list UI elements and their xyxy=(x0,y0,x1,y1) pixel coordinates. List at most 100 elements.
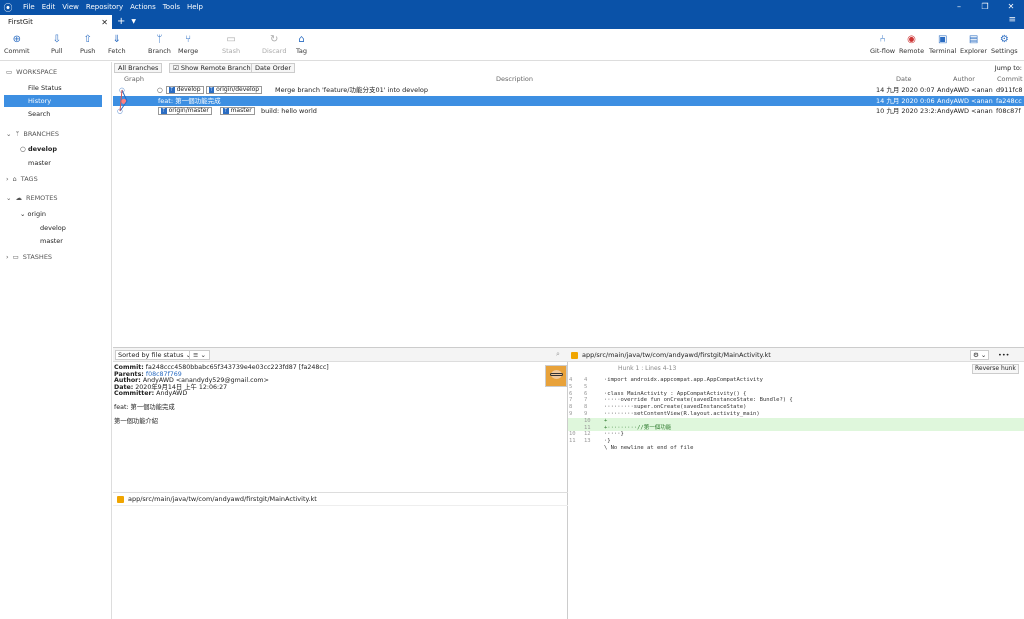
branch-label: Branch xyxy=(148,47,171,55)
sidebar-branch-master[interactable]: master xyxy=(22,157,102,169)
sidebar-item-history[interactable]: History xyxy=(4,95,102,107)
commit-date: 14 九月 2020 0:07 xyxy=(876,86,935,94)
diff-line-text: +·········//第一個功能 xyxy=(604,424,672,431)
discard-button[interactable]: ↻ Discard xyxy=(262,33,286,55)
minimize-icon[interactable]: – xyxy=(946,0,972,14)
sort-label: Sorted by file status xyxy=(118,351,184,359)
diff-panel: app/src/main/java/tw/com/andyawd/firstgi… xyxy=(568,347,1024,619)
show-remote-checkbox[interactable]: ☑ Show Remote Branches xyxy=(169,63,262,73)
branch-chips: ᛘ develop ᛘ origin/develop xyxy=(166,85,264,95)
changed-file-row[interactable]: app/src/main/java/tw/com/andyawd/firstgi… xyxy=(113,492,568,506)
merge-icon: ⑂ xyxy=(185,34,192,45)
menu-file[interactable]: File xyxy=(23,3,35,11)
tags-header[interactable]: › ⌂ TAGS xyxy=(6,175,38,183)
more-options-icon[interactable]: ••• xyxy=(998,348,1010,362)
explorer-button[interactable]: ▤ Explorer xyxy=(960,33,987,55)
remotes-header[interactable]: ⌄ ☁ REMOTES xyxy=(6,194,58,202)
modified-file-icon xyxy=(571,351,578,359)
branches-header[interactable]: ⌄ ᛘ BRANCHES xyxy=(6,130,59,138)
commit-row[interactable]: ● feat: 第一個功能完成 14 九月 2020 0:06 AndyAWD … xyxy=(113,96,1024,106)
chip-label: origin/develop xyxy=(216,86,260,93)
tab-dropdown-icon[interactable]: ▼ xyxy=(131,15,136,29)
stashes-label: STASHES xyxy=(22,253,53,261)
terminal-button[interactable]: ▣ Terminal xyxy=(929,33,956,55)
new-tab-icon[interactable]: + xyxy=(117,15,125,29)
new-line-number: 10 xyxy=(584,417,591,424)
repo-tab-title: FirstGit xyxy=(8,18,33,26)
remote-button[interactable]: ◉ Remote xyxy=(899,33,924,55)
menu-actions[interactable]: Actions xyxy=(130,3,156,11)
date-order-dropdown[interactable]: Date Order xyxy=(251,63,296,73)
tags-label: TAGS xyxy=(20,175,38,183)
all-branches-dropdown[interactable]: All Branches xyxy=(114,63,163,73)
menu-edit[interactable]: Edit xyxy=(42,3,56,11)
sidebar-remote-develop[interactable]: develop xyxy=(34,222,114,234)
commit-author: AndyAWD <anan xyxy=(937,107,993,115)
pull-label: Pull xyxy=(51,47,63,55)
branch-chip[interactable]: ᛘ develop xyxy=(166,86,204,94)
commit-details-panel: Sorted by file status ⌄ ≡ ⌄ ⌕ Commit: fa… xyxy=(113,347,568,619)
terminal-label: Terminal xyxy=(929,47,957,55)
search-icon[interactable]: ⌕ xyxy=(556,350,560,359)
diff-header: app/src/main/java/tw/com/andyawd/firstgi… xyxy=(568,348,1024,362)
push-label: Push xyxy=(80,47,96,55)
close-tab-icon[interactable]: ✕ xyxy=(101,18,108,27)
menu-view[interactable]: View xyxy=(62,3,79,11)
diff-line-text: ·········super.onCreate(savedInstanceSta… xyxy=(604,404,747,411)
push-button[interactable]: ⇧ Push xyxy=(80,33,95,55)
col-description: Description xyxy=(496,75,534,83)
hunk-header: Hunk 1 : Lines 4-13 xyxy=(568,364,1024,374)
commit-date: 10 九月 2020 23:2: xyxy=(876,107,937,115)
stash-button[interactable]: ▭ Stash xyxy=(222,33,240,55)
commit-row[interactable]: ○ ᛘ origin/master ᛘ master build: hello wo… xyxy=(113,106,1024,116)
diff-options-dropdown[interactable]: ⚙ ⌄ xyxy=(970,350,990,360)
sidebar-item-search[interactable]: Search xyxy=(22,108,102,120)
branch-button[interactable]: ᛘ Branch xyxy=(148,33,171,55)
repo-tab[interactable]: FirstGit ✕ xyxy=(0,15,112,29)
chip-label: master xyxy=(230,107,252,114)
fetch-button[interactable]: ⇓ Fetch xyxy=(108,33,126,55)
sidebar-item-file-status[interactable]: File Status xyxy=(22,82,102,94)
hamburger-menu-icon[interactable]: ≡ xyxy=(1008,15,1016,25)
menu-tools[interactable]: Tools xyxy=(163,3,180,11)
fetch-icon: ⇓ xyxy=(112,34,121,45)
explorer-label: Explorer xyxy=(960,47,988,55)
pull-button[interactable]: ⇩ Pull xyxy=(51,33,63,55)
menu-repository[interactable]: Repository xyxy=(86,3,123,11)
commit-row[interactable]: ○ ○ ᛘ develop ᛘ origin/develop Merge branch… xyxy=(113,85,1024,95)
commit-button[interactable]: ⊕ Commit xyxy=(4,33,30,55)
stash-icon: ▭ xyxy=(226,34,236,45)
old-line-number: 8 xyxy=(569,404,573,411)
branch-chip[interactable]: ᛘ origin/develop xyxy=(205,86,263,94)
workspace-header[interactable]: ▭ WORKSPACE xyxy=(6,68,57,76)
maximize-icon[interactable]: ❐ xyxy=(972,0,998,14)
list-view-icon[interactable]: ≡ ⌄ xyxy=(189,350,210,360)
old-line-number: 10 xyxy=(569,431,576,438)
commit-description: feat: 第一個功能完成 xyxy=(158,97,221,105)
sidebar-remote-origin[interactable]: ⌄ origin xyxy=(14,208,94,220)
gear-icon: ⚙ xyxy=(973,351,979,359)
merge-button[interactable]: ⑂ Merge xyxy=(178,33,198,55)
sidebar-branch-develop[interactable]: ○ develop xyxy=(14,143,94,155)
sidebar-remote-master[interactable]: master xyxy=(34,235,114,247)
col-date: Date xyxy=(896,75,912,83)
git-flow-icon: ⑃ xyxy=(879,34,886,45)
settings-button[interactable]: ⚙ Settings xyxy=(991,33,1018,55)
git-flow-button[interactable]: ⑃ Git-flow xyxy=(870,33,895,55)
stashes-header[interactable]: › ▭ STASHES xyxy=(6,253,52,261)
diff-line: 11 +·········//第一個功能 xyxy=(568,424,1024,432)
branch-chip[interactable]: ᛘ origin/master xyxy=(158,107,212,115)
branch-icon: ᛘ xyxy=(156,34,163,45)
reverse-hunk-button[interactable]: Reverse hunk xyxy=(972,364,1019,374)
branch-chip[interactable]: ᛘ master xyxy=(219,107,255,115)
diff-line: 10 + xyxy=(568,417,1024,425)
menu-help[interactable]: Help xyxy=(187,3,203,11)
tag-label: Tag xyxy=(296,47,308,55)
remote-label: Remote xyxy=(899,47,925,55)
commit-hash: fa248cc xyxy=(996,97,1022,105)
sort-dropdown[interactable]: Sorted by file status ⌄ xyxy=(115,350,195,360)
tag-button[interactable]: ⌂ Tag xyxy=(296,33,307,55)
old-line-number: 7 xyxy=(569,397,573,404)
remotes-label: REMOTES xyxy=(25,194,58,202)
close-window-icon[interactable]: ✕ xyxy=(998,0,1024,14)
